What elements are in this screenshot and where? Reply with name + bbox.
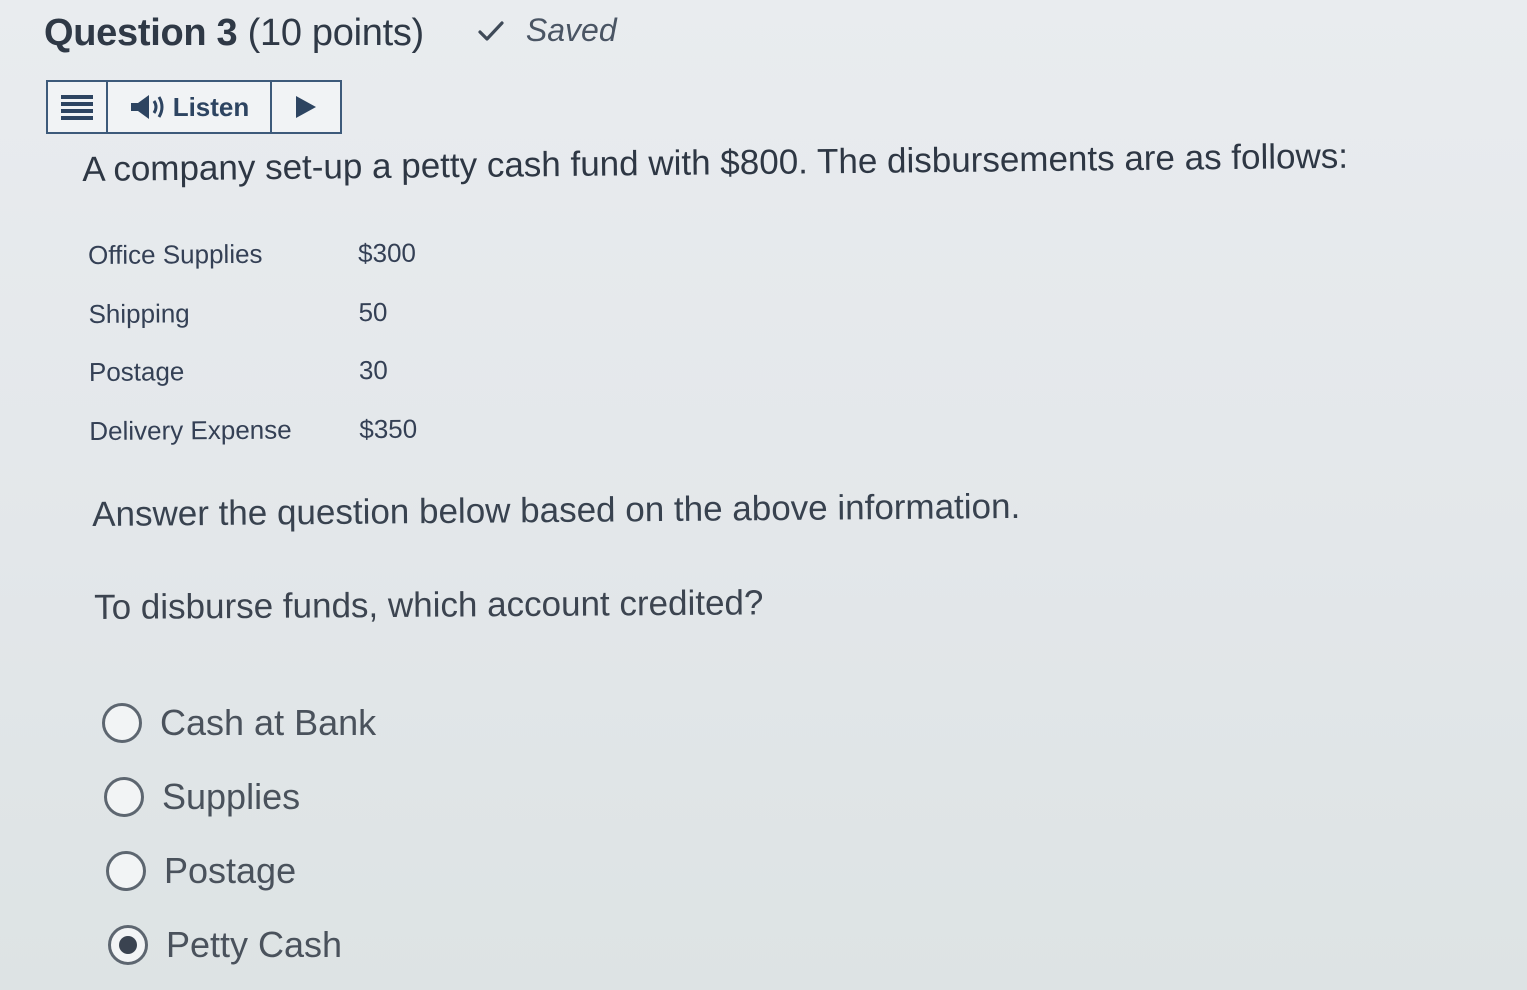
listen-button[interactable]: Listen: [108, 82, 272, 132]
option-label: Supplies: [162, 776, 301, 817]
saved-label: Saved: [525, 12, 617, 48]
radio-button-selected[interactable]: [108, 925, 148, 965]
disbursement-amount: $350: [359, 413, 418, 444]
radio-button[interactable]: [106, 851, 146, 891]
question-number: Question 3: [44, 12, 238, 54]
disbursement-label: Delivery Expense: [89, 414, 292, 446]
answer-option-petty-cash[interactable]: Petty Cash: [108, 908, 376, 982]
disbursement-label: Shipping: [88, 297, 190, 329]
listen-menu-button[interactable]: [48, 82, 108, 132]
question-header: Question 3 (10 points) Saved: [44, 12, 617, 55]
option-label: Petty Cash: [166, 924, 343, 965]
disbursement-row: Delivery Expense $350: [89, 413, 417, 474]
saved-status: Saved: [476, 12, 617, 49]
disbursement-amount: 30: [358, 354, 388, 386]
quiz-page: Question 3 (10 points) Saved Listen A co…: [0, 0, 1527, 990]
radio-button[interactable]: [104, 777, 144, 817]
menu-icon: [61, 95, 93, 120]
disbursement-amount: $300: [357, 237, 417, 269]
answer-option-supplies[interactable]: Supplies: [104, 760, 376, 834]
question-prompt: A company set-up a petty cash fund with …: [82, 136, 1349, 189]
disbursement-row: Postage 30: [89, 355, 417, 416]
checkmark-icon: [478, 20, 504, 41]
play-button[interactable]: [272, 82, 340, 132]
disbursement-amount: 50: [358, 296, 388, 327]
listen-toolbar: Listen: [46, 80, 342, 134]
answer-option-cash-at-bank[interactable]: Cash at Bank: [102, 686, 376, 760]
answer-option-postage[interactable]: Postage: [106, 834, 376, 908]
disbursement-label: Office Supplies: [88, 238, 263, 270]
answer-options: Cash at Bank Supplies Postage Petty Cash: [102, 686, 376, 982]
play-icon: [296, 96, 316, 118]
speaker-icon: [130, 95, 164, 119]
listen-label: Listen: [172, 91, 250, 122]
option-label: Cash at Bank: [160, 702, 377, 743]
option-label: Postage: [164, 850, 297, 891]
disbursement-list: Office Supplies $300 Shipping 50 Postage…: [88, 238, 417, 474]
radio-button[interactable]: [102, 703, 142, 743]
disbursement-row: Shipping 50: [88, 296, 416, 357]
question-points: (10 points): [247, 12, 425, 54]
disbursement-label: Postage: [88, 356, 185, 387]
instruction-text: Answer the question below based on the a…: [92, 486, 1021, 534]
question-text: To disburse funds, which account credite…: [94, 583, 764, 627]
question-title: Question 3 (10 points): [44, 12, 424, 55]
disbursement-row: Office Supplies $300: [88, 238, 416, 299]
